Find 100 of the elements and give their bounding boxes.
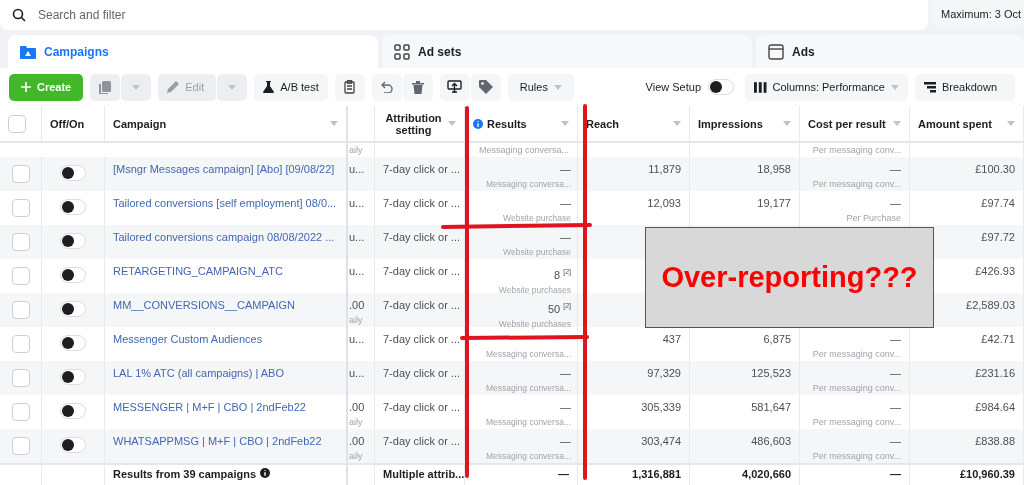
impressions-cell: 6,875 [763,333,791,346]
cost-type: Per messaging conv... [812,417,901,427]
reach-cell: 437 [662,333,681,346]
impressions-cell: 125,523 [751,367,791,380]
result-type: Messaging conversa... [485,179,571,189]
row-checkbox[interactable] [11,267,30,285]
amount-cell: £231.16 [975,367,1015,380]
result-type: Website purchases [498,318,571,329]
cost-type: Per messaging conv... [812,451,901,461]
toggle-switch[interactable] [60,335,86,351]
view-setup-label: View Setup [645,81,701,93]
annotation-text: Over-reporting??? [661,261,918,294]
budget-value: .00 [349,435,366,448]
column-header[interactable]: Amount spent [918,117,1003,130]
amount-cell: £42.71 [981,333,1015,346]
cost-type: Per messaging conv... [812,383,901,393]
search-field[interactable]: Search and filter [0,0,928,30]
export-button[interactable] [439,73,470,101]
row-checkbox[interactable] [11,301,30,319]
delete-button[interactable] [402,73,433,101]
campaign-link[interactable]: MESSENGER | M+F | CBO | 2ndFeb22 [113,401,338,413]
breakdown-icon [924,81,936,93]
campaign-link[interactable]: WHATSAPPMSG | M+F | CBO | 2ndFeb22 [113,435,338,447]
column-header[interactable]: Attribution setting [383,111,444,136]
ab-test-button[interactable]: A/B test [254,73,328,101]
budget-value: u... [349,231,366,244]
row-checkbox[interactable] [11,199,30,217]
amount-cell: £426.93 [975,265,1015,278]
date-range-button[interactable]: Maximum: 3 Oct [932,0,1024,27]
info-icon [473,118,483,129]
column-header[interactable]: Campaign [113,117,326,130]
result-value: — [560,435,571,448]
sort-caret-icon [893,121,901,126]
budget-value: u... [349,197,366,210]
result-type: Messaging conversa... [485,451,571,461]
budget-note: aily [349,145,364,155]
result-value: — [560,401,571,414]
campaign-link[interactable]: Tailored conversions campaign 08/08/2022 ... [113,231,338,243]
amount-cell: £838.88 [975,435,1015,448]
cost-value: — [890,333,901,346]
impressions-cell: 18,958 [757,163,791,176]
campaign-link[interactable]: RETARGETING_CAMPAIGN_ATC [113,265,338,277]
tag-button[interactable] [470,73,501,101]
cost-value: — [890,197,901,210]
campaign-link[interactable]: Messenger Custom Audiences [113,333,338,345]
toggle-switch[interactable] [60,301,86,317]
tab[interactable]: Campaigns [8,35,378,68]
column-header[interactable]: Cost per result [808,117,889,130]
row-checkbox[interactable] [11,335,30,353]
cost-value: — [890,435,901,448]
impressions-total: 4,020,660 [742,468,791,481]
tab[interactable]: Ad sets [382,35,752,68]
duplicate-button[interactable] [90,73,121,101]
tab[interactable]: Ads [756,35,1024,68]
row-checkbox[interactable] [11,233,30,251]
rules-dropdown[interactable]: Rules [507,73,574,101]
result-type: Messaging conversa... [485,383,571,393]
toggle-switch[interactable] [708,79,734,95]
reach-cell: 305,339 [641,401,681,414]
row-checkbox[interactable] [11,403,30,421]
amount-cell: £97.72 [981,231,1015,244]
result-value: 50 $^{[2]}$ [547,301,571,316]
toggle-switch[interactable] [60,267,86,283]
reach-cell: 12,093 [647,197,681,210]
toggle-switch[interactable] [60,437,86,453]
campaign-link[interactable]: MM__CONVERSIONS__CAMPAIGN [113,299,338,311]
amount-cell: £97.74 [981,197,1015,210]
reach-cell: 97,329 [647,367,681,380]
breakdown-dropdown[interactable]: Breakdown [915,73,1015,101]
campaign-link[interactable]: LAL 1% ATC (all campaigns) | ABO [113,367,338,379]
impressions-cell: 19,177 [757,197,791,210]
column-header[interactable]: Reach [586,117,669,130]
row-checkbox[interactable] [11,369,30,387]
clipboard-button[interactable] [334,73,365,101]
toggle-switch[interactable] [60,403,86,419]
campaign-link[interactable]: Tailored conversions [self employment] 08/0... [113,197,338,209]
row-checkbox[interactable] [11,165,30,183]
toggle-switch[interactable] [60,199,86,215]
column-header[interactable]: Results [487,117,557,130]
toggle-switch[interactable] [60,165,86,181]
cost-type: Per Purchase [846,213,901,223]
budget-value: u... [349,163,366,176]
toggle-switch[interactable] [60,233,86,249]
column-header[interactable]: Off/On [50,117,96,130]
column-header[interactable]: Impressions [698,117,779,130]
cost-value: — [890,163,901,176]
budget-value: .00 [349,401,366,414]
campaign-link[interactable]: [Msngr Messages campaign] [Abo] [09/08/22] [113,163,338,175]
select-all-checkbox[interactable] [8,114,26,133]
reach-cell: 11,879 [648,163,681,176]
columns-icon [754,81,767,93]
toggle-switch[interactable] [60,369,86,385]
columns-dropdown[interactable]: Columns: Performance [745,73,908,101]
amount-cell: £2,589.03 [966,299,1015,312]
copy-icon [98,80,113,94]
row-checkbox[interactable] [11,437,30,455]
caret-icon [891,84,899,90]
result-type: Messaging conversa... [485,349,571,359]
attribution-total: Multiple attrib... [383,468,464,482]
undo-button[interactable] [371,73,402,101]
